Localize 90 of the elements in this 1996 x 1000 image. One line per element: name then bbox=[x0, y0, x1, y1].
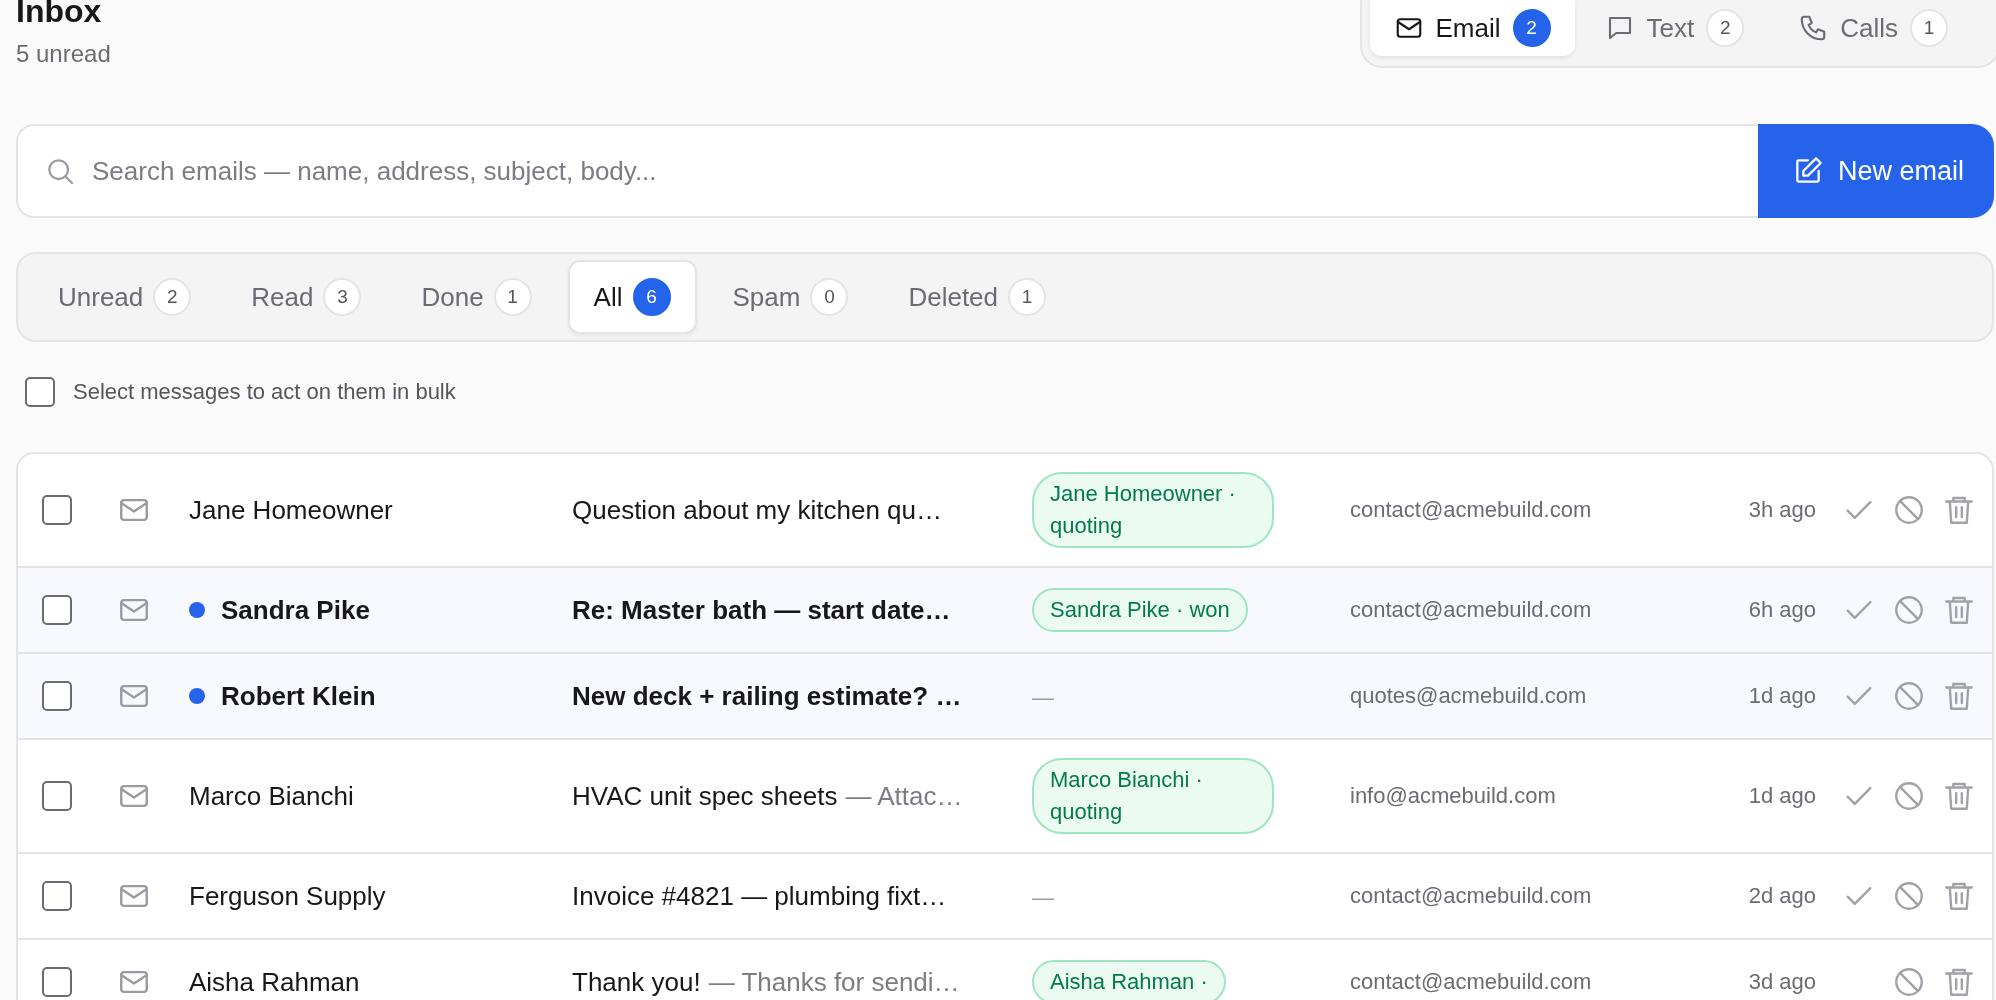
empty-dash: — bbox=[1032, 684, 1054, 710]
filter-tab[interactable]: Read 3 bbox=[227, 260, 386, 334]
spam-button[interactable] bbox=[1892, 779, 1926, 813]
time-text: 1d ago bbox=[1747, 783, 1816, 809]
empty-dash: — bbox=[1032, 884, 1054, 910]
subject-text: Question about my kitchen qu… bbox=[572, 494, 942, 525]
block-icon bbox=[1892, 965, 1926, 999]
tab-label: Unread bbox=[58, 281, 144, 313]
subject-text: Thank you! bbox=[572, 966, 701, 997]
count-badge: 0 bbox=[810, 278, 849, 316]
tab-label: Done bbox=[421, 281, 484, 313]
checkbox[interactable] bbox=[42, 595, 72, 625]
contact-tag: Aisha Rahman · bbox=[1032, 960, 1226, 1000]
checkbox[interactable] bbox=[42, 495, 72, 525]
block-icon bbox=[1892, 493, 1926, 527]
time-text: 3h ago bbox=[1747, 497, 1816, 523]
address-text: info@acmebuild.com bbox=[1350, 783, 1557, 809]
tab-label: Calls bbox=[1840, 12, 1898, 44]
subject-text: Re: Master bath — start date… bbox=[572, 594, 951, 625]
sender-name: Sandra Pike bbox=[221, 594, 370, 626]
new-email-button[interactable]: New email bbox=[1757, 124, 1994, 218]
channel-tab[interactable]: Calls 1 bbox=[1774, 0, 1972, 56]
filter-tab[interactable]: All 6 bbox=[567, 260, 697, 334]
unread-count: 5 unread bbox=[16, 40, 111, 68]
tab-label: Spam bbox=[732, 281, 801, 313]
count-badge: 6 bbox=[632, 278, 671, 316]
checkbox[interactable] bbox=[42, 881, 72, 911]
search-field[interactable]: Search emails — name, address, subject, body... bbox=[16, 124, 1758, 218]
sender-name: Robert Klein bbox=[221, 680, 376, 712]
channel-tab[interactable]: Text 2 bbox=[1580, 0, 1769, 56]
block-icon bbox=[1892, 879, 1926, 913]
preview-text: — Attac… bbox=[845, 780, 963, 811]
address-text: contact@acmebuild.com bbox=[1350, 969, 1593, 995]
message-row[interactable]: Robert Klein New deck + railing estimate? … — quotes@acmebuild.com 1d ago bbox=[18, 654, 1992, 740]
block-icon bbox=[1892, 779, 1926, 813]
contact-tag: Jane Homeowner · quoting bbox=[1032, 472, 1274, 548]
filter-tab[interactable]: Done 1 bbox=[397, 260, 556, 334]
unread-dot bbox=[189, 602, 205, 618]
spam-button[interactable] bbox=[1892, 965, 1926, 999]
tab-label: Read bbox=[251, 281, 314, 313]
sender-name: Aisha Rahman bbox=[189, 966, 360, 998]
message-row[interactable]: Aisha Rahman Thank you! — Thanks for sendi… Aisha Rahman · contact@acmebuild.com 3d ago bbox=[18, 940, 1992, 1000]
search-input[interactable]: Search emails — name, address, subject, body... bbox=[90, 154, 1758, 188]
spam-button[interactable] bbox=[1892, 493, 1926, 527]
preview-text: — Thanks for sendi… bbox=[708, 966, 960, 997]
subject-text: HVAC unit spec sheets bbox=[572, 780, 838, 811]
count-badge: 1 bbox=[493, 278, 532, 316]
count-badge: 2 bbox=[153, 278, 192, 316]
time-text: 2d ago bbox=[1747, 883, 1816, 909]
spam-button[interactable] bbox=[1892, 593, 1926, 627]
block-icon bbox=[1892, 593, 1926, 627]
checkbox[interactable] bbox=[42, 681, 72, 711]
count-badge: 2 bbox=[1512, 9, 1551, 47]
message-row[interactable]: Sandra Pike Re: Master bath — start date… Sandra Pike · won contact@acmebuild.com 6h ago bbox=[18, 568, 1992, 654]
address-text: contact@acmebuild.com bbox=[1350, 597, 1593, 623]
filter-tab[interactable]: Spam 0 bbox=[708, 260, 873, 334]
time-text: 6h ago bbox=[1747, 597, 1816, 623]
count-badge: 2 bbox=[1706, 9, 1745, 47]
tab-label: Deleted bbox=[908, 281, 999, 313]
address-text: contact@acmebuild.com bbox=[1350, 883, 1593, 909]
address-text: contact@acmebuild.com bbox=[1350, 497, 1593, 523]
block-icon bbox=[1892, 679, 1926, 713]
subject-text: New deck + railing estimate? … bbox=[572, 680, 962, 711]
count-badge: 1 bbox=[1008, 278, 1047, 316]
tab-label: Text bbox=[1646, 12, 1695, 44]
message-row[interactable]: Marco Bianchi HVAC unit spec sheets — Attac… Marco Bianchi · quoting info@acmebuild.com 1d ago bbox=[18, 740, 1992, 854]
count-badge: 3 bbox=[323, 278, 362, 316]
tab-label: Email bbox=[1435, 12, 1501, 44]
filter-tab[interactable]: Deleted 1 bbox=[884, 260, 1071, 334]
sender-name: Jane Homeowner bbox=[189, 494, 393, 526]
channel-tab[interactable]: Email 2 bbox=[1369, 0, 1575, 56]
message-row[interactable]: Ferguson Supply Invoice #4821 — plumbing fixt… — contact@acmebuild.com 2d ago bbox=[18, 854, 1992, 940]
spam-button[interactable] bbox=[1892, 879, 1926, 913]
count-badge: 1 bbox=[1910, 9, 1948, 47]
checkbox[interactable] bbox=[42, 967, 72, 997]
checkbox[interactable] bbox=[42, 781, 72, 811]
address-text: quotes@acmebuild.com bbox=[1350, 683, 1588, 709]
time-text: 3d ago bbox=[1747, 969, 1816, 995]
bulk-select-hint: Select messages to act on them in bulk bbox=[73, 379, 456, 405]
contact-tag: Sandra Pike · won bbox=[1032, 588, 1248, 632]
contact-tag: Marco Bianchi · quoting bbox=[1032, 758, 1274, 834]
checkbox[interactable] bbox=[25, 377, 55, 407]
time-text: 1d ago bbox=[1747, 683, 1816, 709]
spam-button[interactable] bbox=[1892, 679, 1926, 713]
sender-name: Ferguson Supply bbox=[189, 880, 386, 912]
unread-dot bbox=[189, 688, 205, 704]
subject-text: Invoice #4821 — plumbing fixt… bbox=[572, 880, 947, 911]
filter-tab[interactable]: Unread 2 bbox=[34, 260, 216, 334]
tab-label: All bbox=[593, 281, 623, 313]
sender-name: Marco Bianchi bbox=[189, 780, 354, 812]
